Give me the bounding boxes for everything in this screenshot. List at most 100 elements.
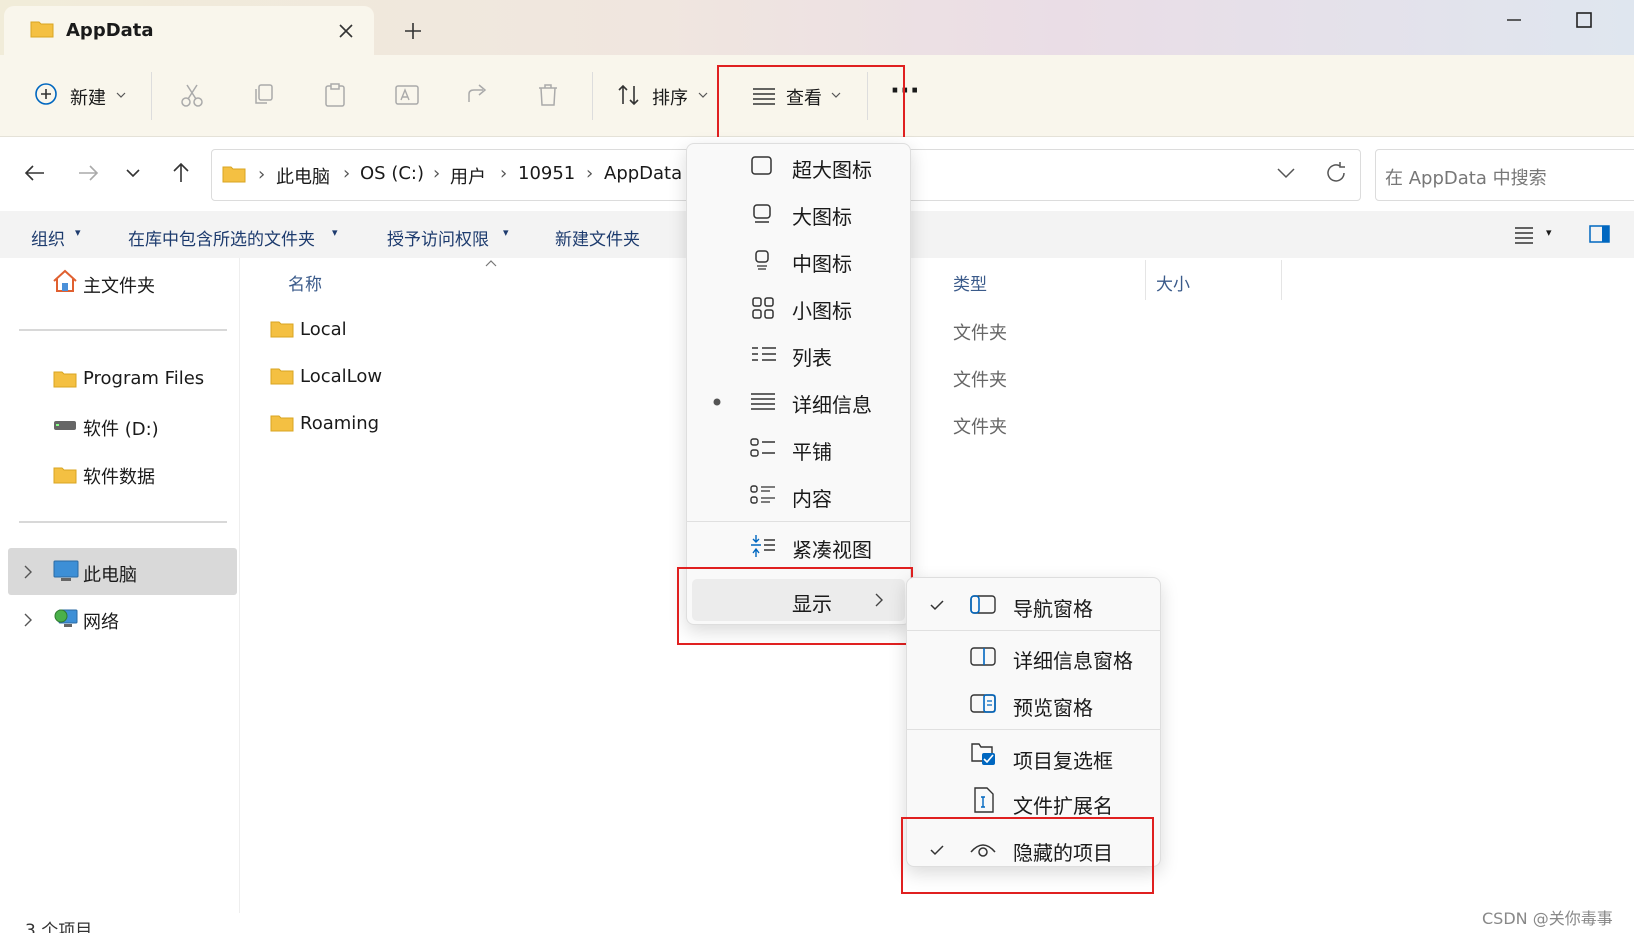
breadcrumb-separator: › [258, 164, 266, 185]
recent-chevron-icon[interactable] [124, 166, 142, 180]
paste-icon[interactable] [323, 82, 347, 108]
list-icon [752, 347, 776, 361]
sidebar-item-program-files[interactable]: Program Files [83, 368, 204, 389]
breadcrumb-item[interactable]: OS (C:) [360, 163, 424, 184]
sort-icon [618, 84, 639, 106]
minimize-icon[interactable] [1500, 6, 1528, 34]
delete-icon[interactable] [536, 82, 560, 108]
dropdown-arrow-icon: ▾ [503, 226, 509, 239]
share-icon[interactable] [465, 82, 491, 108]
organize-button[interactable]: 组织 [31, 225, 65, 250]
sort-button[interactable]: 排序 [652, 84, 688, 110]
toolbar-divider [151, 72, 152, 120]
refresh-icon[interactable] [1324, 161, 1348, 185]
menu-item-medium-icons[interactable]: 中图标 [792, 248, 852, 277]
menu-item-list[interactable]: 列表 [792, 342, 832, 371]
up-icon[interactable] [168, 160, 194, 186]
file-row-name[interactable]: LocalLow [300, 366, 382, 387]
folder-icon [30, 21, 54, 38]
preview-pane-icon[interactable] [1589, 224, 1611, 244]
submenu-item-preview-pane[interactable]: 预览窗格 [1013, 692, 1093, 721]
folder-icon [270, 415, 294, 432]
chevron-right-icon[interactable] [22, 564, 34, 580]
new-folder-button[interactable]: 新建文件夹 [555, 225, 640, 250]
folder-icon [53, 371, 77, 388]
search-placeholder: 在 AppData 中搜索 [1385, 168, 1547, 189]
new-icon [35, 83, 57, 105]
menu-item-large-icons[interactable]: 大图标 [792, 201, 852, 230]
network-icon [54, 609, 78, 627]
large-icons-icon [753, 204, 771, 223]
details-icon [751, 393, 775, 410]
grant-access-button[interactable]: 授予访问权限 [387, 225, 489, 250]
sidebar-item-this-pc[interactable]: 此电脑 [83, 561, 137, 587]
selected-bullet-icon [713, 398, 721, 406]
medium-icons-icon [755, 250, 769, 270]
breadcrumb-item[interactable]: 10951 [518, 163, 575, 184]
file-row-name[interactable]: Roaming [300, 413, 379, 434]
submenu-item-file-extensions[interactable]: 文件扩展名 [1013, 790, 1113, 819]
sidebar-item-network[interactable]: 网络 [83, 608, 119, 634]
forward-icon[interactable] [75, 160, 101, 186]
view-options-icon[interactable] [1513, 224, 1535, 244]
file-row-type: 文件夹 [953, 417, 1007, 438]
submenu-item-details-pane[interactable]: 详细信息窗格 [1013, 645, 1133, 674]
sidebar-item-software-data[interactable]: 软件数据 [83, 463, 155, 489]
breadcrumb-item[interactable]: 用户 [450, 163, 486, 189]
rename-icon[interactable] [394, 82, 420, 108]
menu-item-compact-view[interactable]: 紧凑视图 [792, 534, 872, 563]
menu-item-content[interactable]: 内容 [792, 483, 832, 512]
close-icon[interactable] [331, 16, 361, 46]
preview-pane-icon [970, 694, 996, 713]
column-header-name[interactable]: 名称 [288, 270, 322, 295]
extra-large-icons-icon [751, 156, 772, 175]
sidebar-divider [19, 329, 227, 331]
compact-view-icon [751, 535, 775, 557]
maximize-icon[interactable] [1570, 6, 1598, 34]
folder-icon [270, 321, 294, 338]
submenu-item-item-checkboxes[interactable]: 项目复选框 [1013, 745, 1113, 774]
dropdown-arrow-icon: ▾ [332, 226, 338, 239]
plus-icon[interactable] [398, 16, 428, 46]
back-icon[interactable] [22, 160, 48, 186]
small-icons-icon [752, 297, 774, 319]
menu-item-small-icons[interactable]: 小图标 [792, 295, 852, 324]
home-icon [53, 269, 77, 292]
column-header-type[interactable]: 类型 [953, 270, 987, 295]
sidebar-item-home[interactable]: 主文件夹 [83, 272, 155, 298]
show-highlight-box [677, 567, 913, 645]
new-button[interactable]: 新建 [70, 84, 106, 110]
folder-icon [53, 467, 77, 484]
column-separator[interactable] [1145, 260, 1146, 300]
breadcrumb-separator: › [500, 163, 508, 184]
breadcrumb-item[interactable]: AppData [604, 163, 682, 184]
window-tab[interactable] [4, 6, 374, 55]
breadcrumb-item[interactable]: 此电脑 [276, 163, 330, 189]
computer-icon [53, 560, 79, 581]
menu-item-details[interactable]: 详细信息 [792, 389, 872, 418]
file-row-type: 文件夹 [953, 323, 1007, 344]
file-row-name[interactable]: Local [300, 319, 347, 340]
watermark: CSDN @关你毒事 [1482, 909, 1613, 928]
sidebar-item-drive-d[interactable]: 软件 (D:) [83, 415, 159, 441]
menu-item-tiles[interactable]: 平铺 [792, 436, 832, 465]
submenu-item-navigation-pane[interactable]: 导航窗格 [1013, 593, 1093, 622]
hidden-items-highlight-box [901, 817, 1154, 894]
item-checkbox-icon [971, 743, 995, 765]
cut-icon[interactable] [180, 82, 204, 108]
folder-icon [222, 166, 246, 183]
tiles-icon [750, 438, 775, 457]
breadcrumb-separator: › [343, 163, 351, 184]
view-highlight-box [717, 65, 905, 144]
address-dropdown-icon[interactable] [1276, 166, 1296, 180]
sidebar-divider [19, 521, 227, 523]
breadcrumb-separator: › [433, 163, 441, 184]
file-row-type: 文件夹 [953, 370, 1007, 391]
include-in-library-button[interactable]: 在库中包含所选的文件夹 [128, 225, 315, 250]
column-separator[interactable] [1281, 260, 1282, 300]
menu-item-extra-large-icons[interactable]: 超大图标 [792, 154, 872, 183]
chevron-right-icon[interactable] [22, 612, 34, 628]
column-header-size[interactable]: 大小 [1156, 270, 1190, 295]
copy-icon[interactable] [252, 82, 276, 108]
details-pane-icon [970, 647, 996, 666]
